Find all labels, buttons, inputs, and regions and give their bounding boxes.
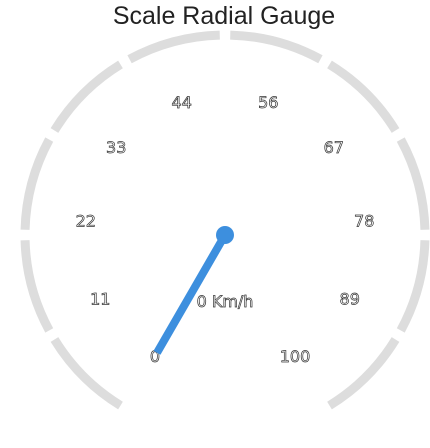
gauge-track-segment — [50, 337, 123, 410]
gauge-track-segment — [20, 137, 54, 230]
tick-label: 22 — [76, 211, 96, 230]
tick-label: 100 — [280, 347, 311, 366]
gauge-track-segment — [230, 30, 323, 64]
tick-label: 67 — [324, 138, 344, 157]
tick-label: 78 — [354, 211, 374, 230]
tick-label: 89 — [340, 290, 360, 309]
gauge-track-segment — [396, 240, 430, 333]
gauge-track-segment — [50, 60, 123, 133]
gauge-value-label: 0 Km/h — [197, 292, 254, 311]
gauge-track-segment — [127, 30, 220, 64]
chart-title: Scale Radial Gauge — [113, 2, 335, 30]
tick-label: 11 — [90, 290, 110, 309]
gauge-track-segment — [327, 337, 400, 410]
gauge-track-segment — [396, 137, 430, 230]
gauge-track-segment — [20, 240, 54, 333]
tick-label: 56 — [258, 93, 278, 112]
tick-label: 44 — [172, 93, 192, 112]
gauge-needle-cap — [216, 226, 234, 244]
radial-gauge: Scale Radial Gauge 011223344 56677889100 … — [20, 2, 430, 410]
gauge-track-segment — [327, 60, 400, 133]
gauge-pointer-group — [153, 226, 234, 355]
tick-label: 33 — [106, 138, 126, 157]
